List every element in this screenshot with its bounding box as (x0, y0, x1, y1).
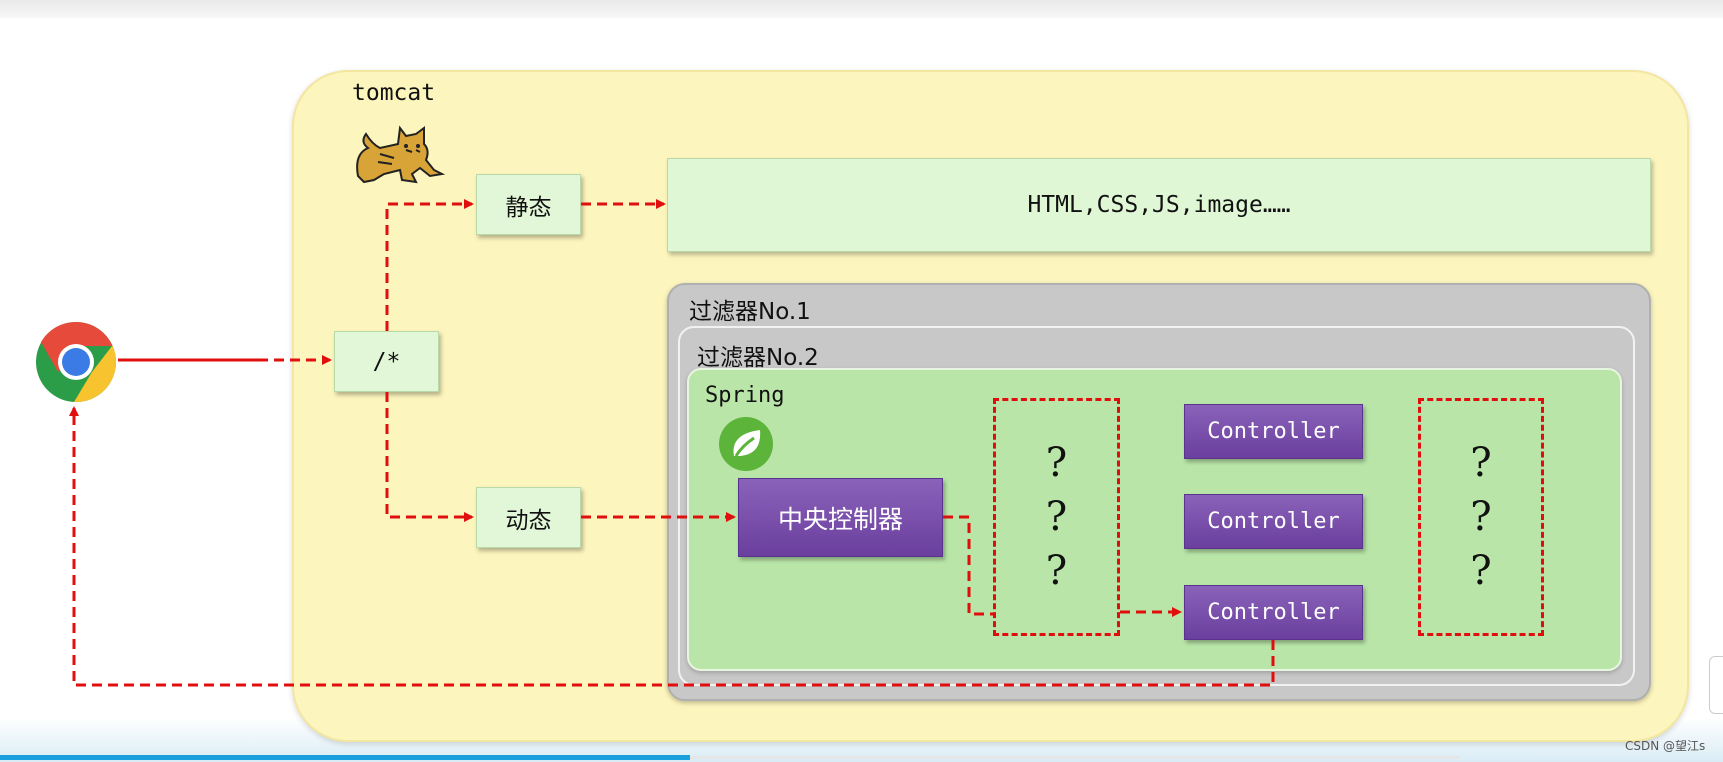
response-to-browser-arrow (69, 406, 1275, 687)
central-to-mapping-arrow (943, 515, 993, 616)
to-dynamic-arrow (385, 392, 474, 522)
watermark: CSDN @望江s (1625, 739, 1706, 753)
side-scroll-handle[interactable] (1709, 656, 1723, 714)
flow-arrows (69, 199, 1275, 687)
to-static-arrow (385, 199, 474, 331)
